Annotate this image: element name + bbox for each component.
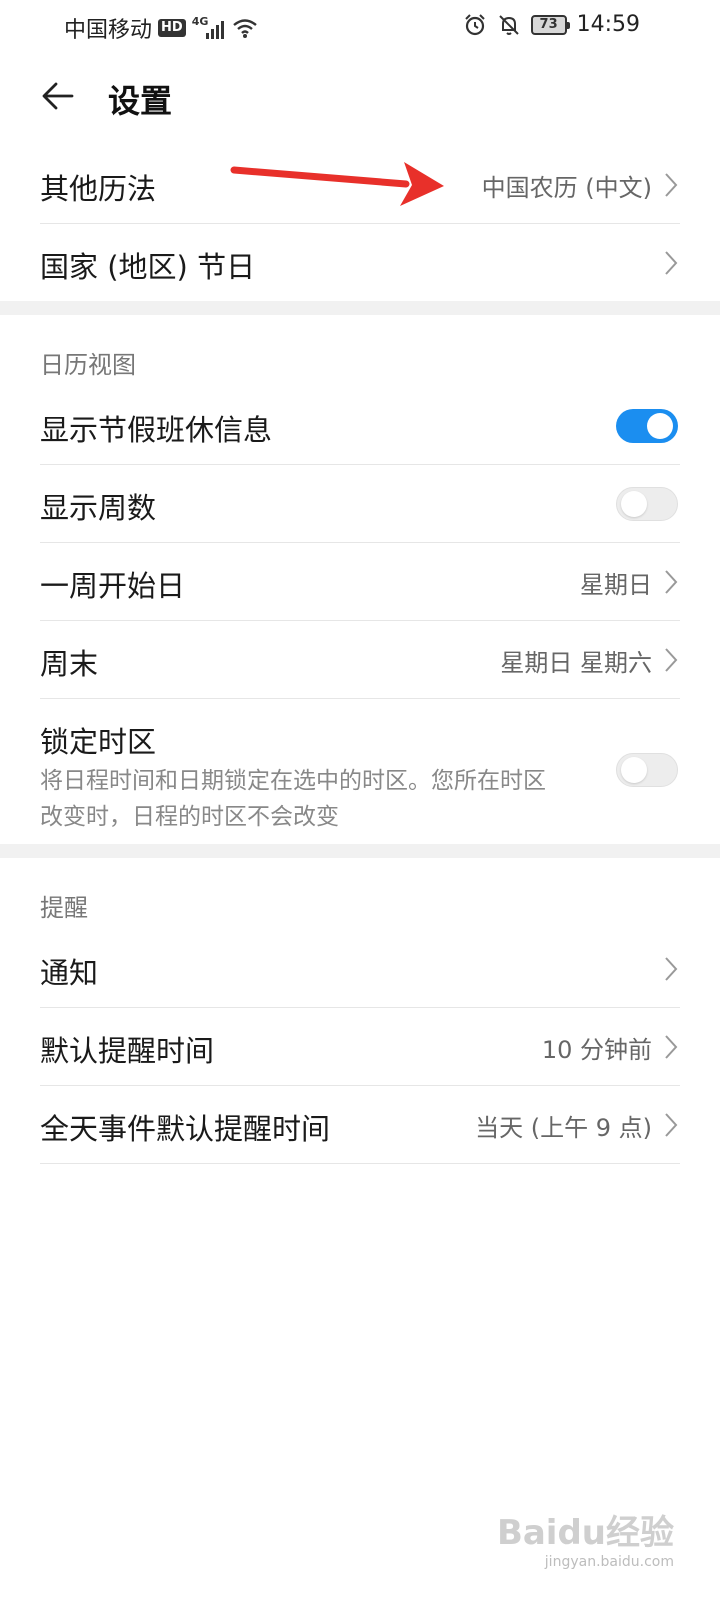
chevron-right-icon (665, 173, 678, 197)
lock-timezone-toggle[interactable] (616, 753, 678, 787)
chevron-right-icon (665, 648, 678, 672)
week-number-row[interactable]: 显示周数 (40, 465, 680, 543)
hd-badge: HD (158, 19, 186, 37)
calendar-view-title: 日历视图 (40, 351, 136, 379)
week-number-toggle[interactable] (616, 487, 678, 521)
week-number-label: 显示周数 (40, 491, 157, 525)
weekend-value: 星期日 星期六 (500, 649, 652, 677)
weekend-label: 周末 (40, 647, 99, 681)
lock-timezone-description: 将日程时间和日期锁定在选中的时区。您所在时区改变时，日程的时区不会改变 (40, 768, 546, 830)
weekend-row[interactable]: 周末 星期日 星期六 (40, 621, 680, 699)
other-calendar-row[interactable]: 其他历法 中国农历 (中文) (40, 146, 680, 224)
status-bar: 中国移动 HD 4G 73 14:59 (0, 0, 720, 52)
baidu-watermark: Baidu经验 jingyan.baidu.com (497, 1505, 674, 1570)
week-start-value: 星期日 (580, 571, 652, 599)
mute-bell-icon (498, 14, 519, 35)
lock-timezone-row[interactable]: 锁定时区 将日程时间和日期锁定在选中的时区。您所在时区改变时，日程的时区不会改变 (40, 699, 680, 844)
section-divider (0, 844, 720, 858)
allday-reminder-value: 当天 (上午 9 点) (475, 1114, 652, 1142)
chevron-right-icon (665, 957, 678, 981)
watermark-url: jingyan.baidu.com (544, 1554, 674, 1570)
other-calendar-label: 其他历法 (40, 172, 157, 206)
holiday-info-toggle[interactable] (616, 409, 678, 443)
holidays-row[interactable]: 国家 (地区) 节日 (40, 224, 680, 301)
alarm-icon (464, 13, 485, 35)
reminder-title: 提醒 (40, 894, 88, 922)
notification-row[interactable]: 通知 (40, 930, 680, 1008)
app-header: 设置 (0, 62, 720, 136)
carrier-name: 中国移动 (64, 18, 153, 43)
holiday-info-row[interactable]: 显示节假班休信息 (40, 387, 680, 465)
page-title: 设置 (108, 82, 173, 120)
chevron-right-icon (665, 1035, 678, 1059)
lock-timezone-label: 锁定时区 (40, 725, 157, 759)
battery-icon: 73 (530, 14, 570, 35)
network-type: 4G (191, 15, 209, 28)
week-start-label: 一周开始日 (40, 569, 186, 603)
chevron-right-icon (665, 570, 678, 594)
clock-time: 14:59 (576, 12, 640, 37)
week-start-row[interactable]: 一周开始日 星期日 (40, 543, 680, 621)
default-reminder-label: 默认提醒时间 (40, 1034, 215, 1068)
default-reminder-row[interactable]: 默认提醒时间 10 分钟前 (40, 1008, 680, 1086)
allday-reminder-label: 全天事件默认提醒时间 (40, 1112, 331, 1146)
wifi-icon (232, 19, 257, 38)
holiday-info-label: 显示节假班休信息 (40, 413, 273, 447)
watermark-logo: Baidu经验 (496, 1513, 674, 1553)
notification-label: 通知 (40, 956, 99, 990)
section-divider (0, 301, 720, 315)
calendar-settings-section: 其他历法 中国农历 (中文) 国家 (地区) 节日 日历视图 显示节假班休信息 … (0, 146, 720, 1164)
back-arrow-icon[interactable] (40, 78, 76, 114)
allday-reminder-row[interactable]: 全天事件默认提醒时间 当天 (上午 9 点) (40, 1086, 680, 1164)
chevron-right-icon (665, 1113, 678, 1137)
holidays-label: 国家 (地区) 节日 (40, 250, 256, 284)
cellular-signal-icon: 4G (192, 15, 226, 41)
default-reminder-value: 10 分钟前 (541, 1036, 652, 1064)
chevron-right-icon (665, 251, 678, 275)
other-calendar-value: 中国农历 (中文) (481, 174, 652, 202)
battery-level: 73 (539, 17, 558, 32)
